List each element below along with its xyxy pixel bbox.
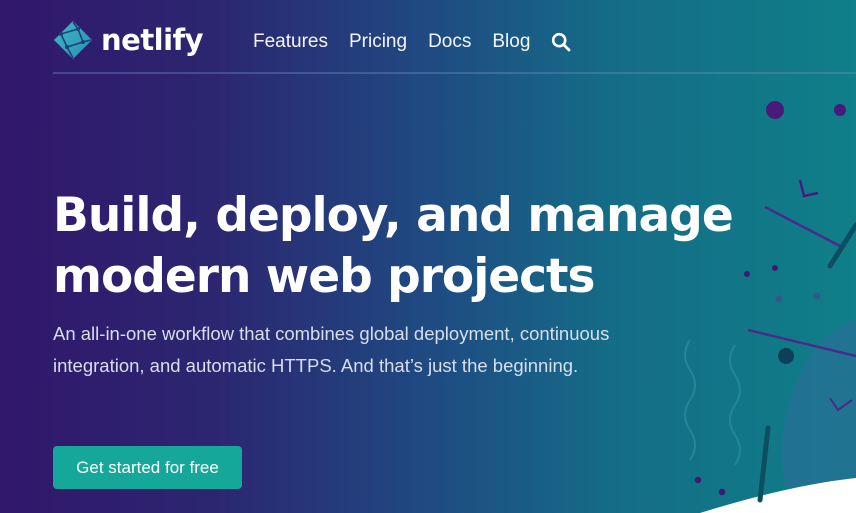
netlify-logo-link[interactable]: netlify: [53, 20, 204, 60]
netlify-logo-icon: [54, 21, 92, 59]
nav-item-features[interactable]: Features: [253, 29, 328, 55]
get-started-button[interactable]: Get started for free: [53, 446, 242, 489]
nav-item-docs[interactable]: Docs: [428, 29, 471, 55]
nav-item-blog[interactable]: Blog: [492, 29, 530, 55]
nav-item-pricing[interactable]: Pricing: [349, 29, 407, 55]
hero-title: Build, deploy, and manage modern web pro…: [53, 185, 734, 307]
header-divider: [53, 72, 856, 74]
hero-subtitle: An all-in-one workflow that combines glo…: [53, 323, 610, 376]
site-header: netlify Features Pricing Docs Blog: [0, 0, 856, 75]
search-icon[interactable]: [551, 32, 571, 52]
brand-name: netlify: [101, 23, 204, 57]
main-nav: Features Pricing Docs Blog: [253, 29, 571, 55]
hero-title-line-1: Build, deploy, and manage: [53, 188, 734, 243]
hero-title-line-2: modern web projects: [53, 249, 595, 304]
